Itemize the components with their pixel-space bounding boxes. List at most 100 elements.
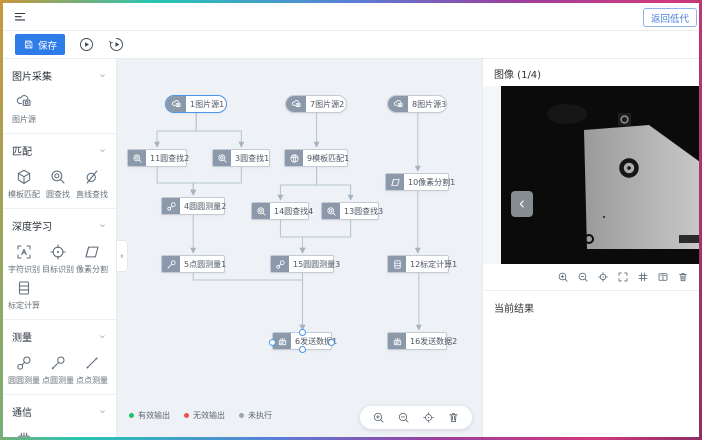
canvas-zoom-out-button[interactable] xyxy=(397,411,410,424)
flow-node-6[interactable]: 6发送数据1 xyxy=(272,332,332,350)
flow-node-label: 16发送数据2 xyxy=(406,336,461,347)
window-frame: 返回低代 保存 图片采集图片源匹配模板匹配圆查找直线查找深度学习字符识别目标识别… xyxy=(0,0,702,440)
flow-node-1[interactable]: 1图片源1 xyxy=(165,95,227,113)
flow-node-16[interactable]: 16发送数据2 xyxy=(387,332,447,350)
legend-label: 未执行 xyxy=(248,410,272,421)
canvas-locate-button[interactable] xyxy=(422,411,435,424)
circle-find-icon xyxy=(322,203,340,219)
sidebar-tool-item[interactable]: 标定计算 xyxy=(7,279,41,311)
legend-dot xyxy=(184,413,189,418)
previous-image-button[interactable] xyxy=(511,191,533,217)
flow-edge-13-15 xyxy=(303,220,351,253)
tcp-device-icon xyxy=(15,429,33,437)
play-icon[interactable] xyxy=(78,36,95,53)
flow-node-label: 3圆查找1 xyxy=(231,153,273,164)
sidebar-section-header[interactable]: 匹配 xyxy=(3,138,116,162)
flow-node-5[interactable]: 5点圆测量1 xyxy=(161,255,225,273)
step-run-icon[interactable] xyxy=(108,36,125,53)
image-locate-button[interactable] xyxy=(597,271,609,283)
flow-node-label: 4圆圆测量2 xyxy=(180,201,230,212)
legend-item: 无效输出 xyxy=(184,410,225,421)
legend-dot xyxy=(129,413,134,418)
image-compare-button[interactable] xyxy=(657,271,669,283)
circle-circle-measure-icon xyxy=(15,354,33,372)
flow-node-label: 8图片源3 xyxy=(408,99,450,110)
sidebar-tool-label: 点圆测量 xyxy=(42,375,74,386)
canvas-zoom-toolbar xyxy=(360,406,472,429)
sidebar-tool-label: 像素分割 xyxy=(76,264,108,275)
image-zoom-in-button[interactable] xyxy=(557,271,569,283)
sidebar-tool-label: 圆查找 xyxy=(46,189,70,200)
legend-label: 有效输出 xyxy=(138,410,170,421)
legend-item: 有效输出 xyxy=(129,410,170,421)
sidebar-tool-item[interactable]: 目标识别 xyxy=(41,243,75,275)
flow-node-10[interactable]: 10像素分割1 xyxy=(385,173,449,191)
flow-node-label: 5点圆测量1 xyxy=(180,259,230,270)
canvas-zoom-in-button[interactable] xyxy=(372,411,385,424)
canvas-delete-button[interactable] xyxy=(447,411,460,424)
image-zoom-out-button[interactable] xyxy=(577,271,589,283)
sidebar-section: 测量圆圆测量点圆测量点点测量 xyxy=(3,320,116,395)
flow-canvas[interactable]: 有效输出 无效输出 未执行 1图片源1 7图片源2 8图片源3 11圆查找2 3圆查找1 9模… xyxy=(117,59,482,437)
flow-node-label: 10像素分割1 xyxy=(404,177,459,188)
sidebar-section: 通信 xyxy=(3,395,116,437)
sidebar-tool-item[interactable]: 直线查找 xyxy=(75,168,109,200)
sidebar-section-header[interactable]: 深度学习 xyxy=(3,213,116,237)
flow-node-9[interactable]: 9模板匹配1 xyxy=(284,149,348,167)
flow-node-label: 7图片源2 xyxy=(306,99,348,110)
sidebar-section: 深度学习字符识别目标识别像素分割标定计算 xyxy=(3,209,116,320)
node-connection-handle[interactable] xyxy=(269,339,276,346)
sidebar-tool-item[interactable]: 点点测量 xyxy=(75,354,109,386)
sidebar-tool-label: 模板匹配 xyxy=(8,189,40,200)
circle-find-icon xyxy=(49,168,67,186)
sidebar-section-header[interactable]: 测量 xyxy=(3,324,116,348)
flow-node-3[interactable]: 3圆查找1 xyxy=(212,149,270,167)
sidebar-tool-item[interactable] xyxy=(7,429,41,437)
chevron-down-icon xyxy=(98,332,107,341)
pixel-segment-icon xyxy=(386,174,404,190)
save-button[interactable]: 保存 xyxy=(15,34,65,55)
sidebar-tool-item[interactable]: 像素分割 xyxy=(75,243,109,275)
image-fullscreen-button[interactable] xyxy=(617,271,629,283)
flow-node-13[interactable]: 13圆查找3 xyxy=(321,202,379,220)
flow-node-4[interactable]: 4圆圆测量2 xyxy=(161,197,225,215)
flow-node-label: 15圆圆测量3 xyxy=(289,259,344,270)
image-grid-button[interactable] xyxy=(637,271,649,283)
flow-node-15[interactable]: 15圆圆测量3 xyxy=(270,255,334,273)
node-connection-handle[interactable] xyxy=(299,346,306,353)
sidebar-tool-label: 字符识别 xyxy=(8,264,40,275)
sidebar-section-title: 深度学习 xyxy=(12,218,52,233)
flow-node-11[interactable]: 11圆查找2 xyxy=(127,149,187,167)
sidebar-tool-item[interactable]: 点圆测量 xyxy=(41,354,75,386)
inspection-image xyxy=(483,86,699,264)
sidebar-tool-item[interactable]: 字符识别 xyxy=(7,243,41,275)
flow-node-14[interactable]: 14圆查找4 xyxy=(251,202,309,220)
node-connection-handle[interactable] xyxy=(328,339,335,346)
legend-label: 无效输出 xyxy=(193,410,225,421)
calibration-icon xyxy=(15,279,33,297)
sidebar-tool-item[interactable]: 图片源 xyxy=(7,93,41,125)
image-delete-button[interactable] xyxy=(677,271,689,283)
back-to-lowcode-button[interactable]: 返回低代 xyxy=(643,8,697,27)
sidebar-tool-item[interactable]: 圆查找 xyxy=(41,168,75,200)
flow-edge-1-11 xyxy=(157,113,196,147)
flow-edge-5-6 xyxy=(193,273,302,330)
flow-edges xyxy=(117,59,482,437)
sidebar-section-header[interactable]: 图片采集 xyxy=(3,63,116,87)
chevron-down-icon xyxy=(98,71,107,80)
flow-node-8[interactable]: 8图片源3 xyxy=(387,95,447,113)
sidebar-section: 匹配模板匹配圆查找直线查找 xyxy=(3,134,116,209)
flow-node-12[interactable]: 12标定计算1 xyxy=(387,255,449,273)
sidebar-tool-item[interactable]: 圆圆测量 xyxy=(7,354,41,386)
sidebar-collapse-handle[interactable] xyxy=(117,240,128,272)
app-body: 图片采集图片源匹配模板匹配圆查找直线查找深度学习字符识别目标识别像素分割标定计算… xyxy=(3,59,699,437)
tcp-device-icon xyxy=(388,333,406,349)
menu-icon[interactable] xyxy=(13,10,27,24)
flow-node-7[interactable]: 7图片源2 xyxy=(285,95,347,113)
node-connection-handle[interactable] xyxy=(299,329,306,336)
chevron-down-icon xyxy=(98,146,107,155)
flow-node-label: 11圆查找2 xyxy=(146,153,193,164)
circle-circle-measure-icon xyxy=(271,256,289,272)
sidebar-tool-item[interactable]: 模板匹配 xyxy=(7,168,41,200)
sidebar-section-header[interactable]: 通信 xyxy=(3,399,116,423)
